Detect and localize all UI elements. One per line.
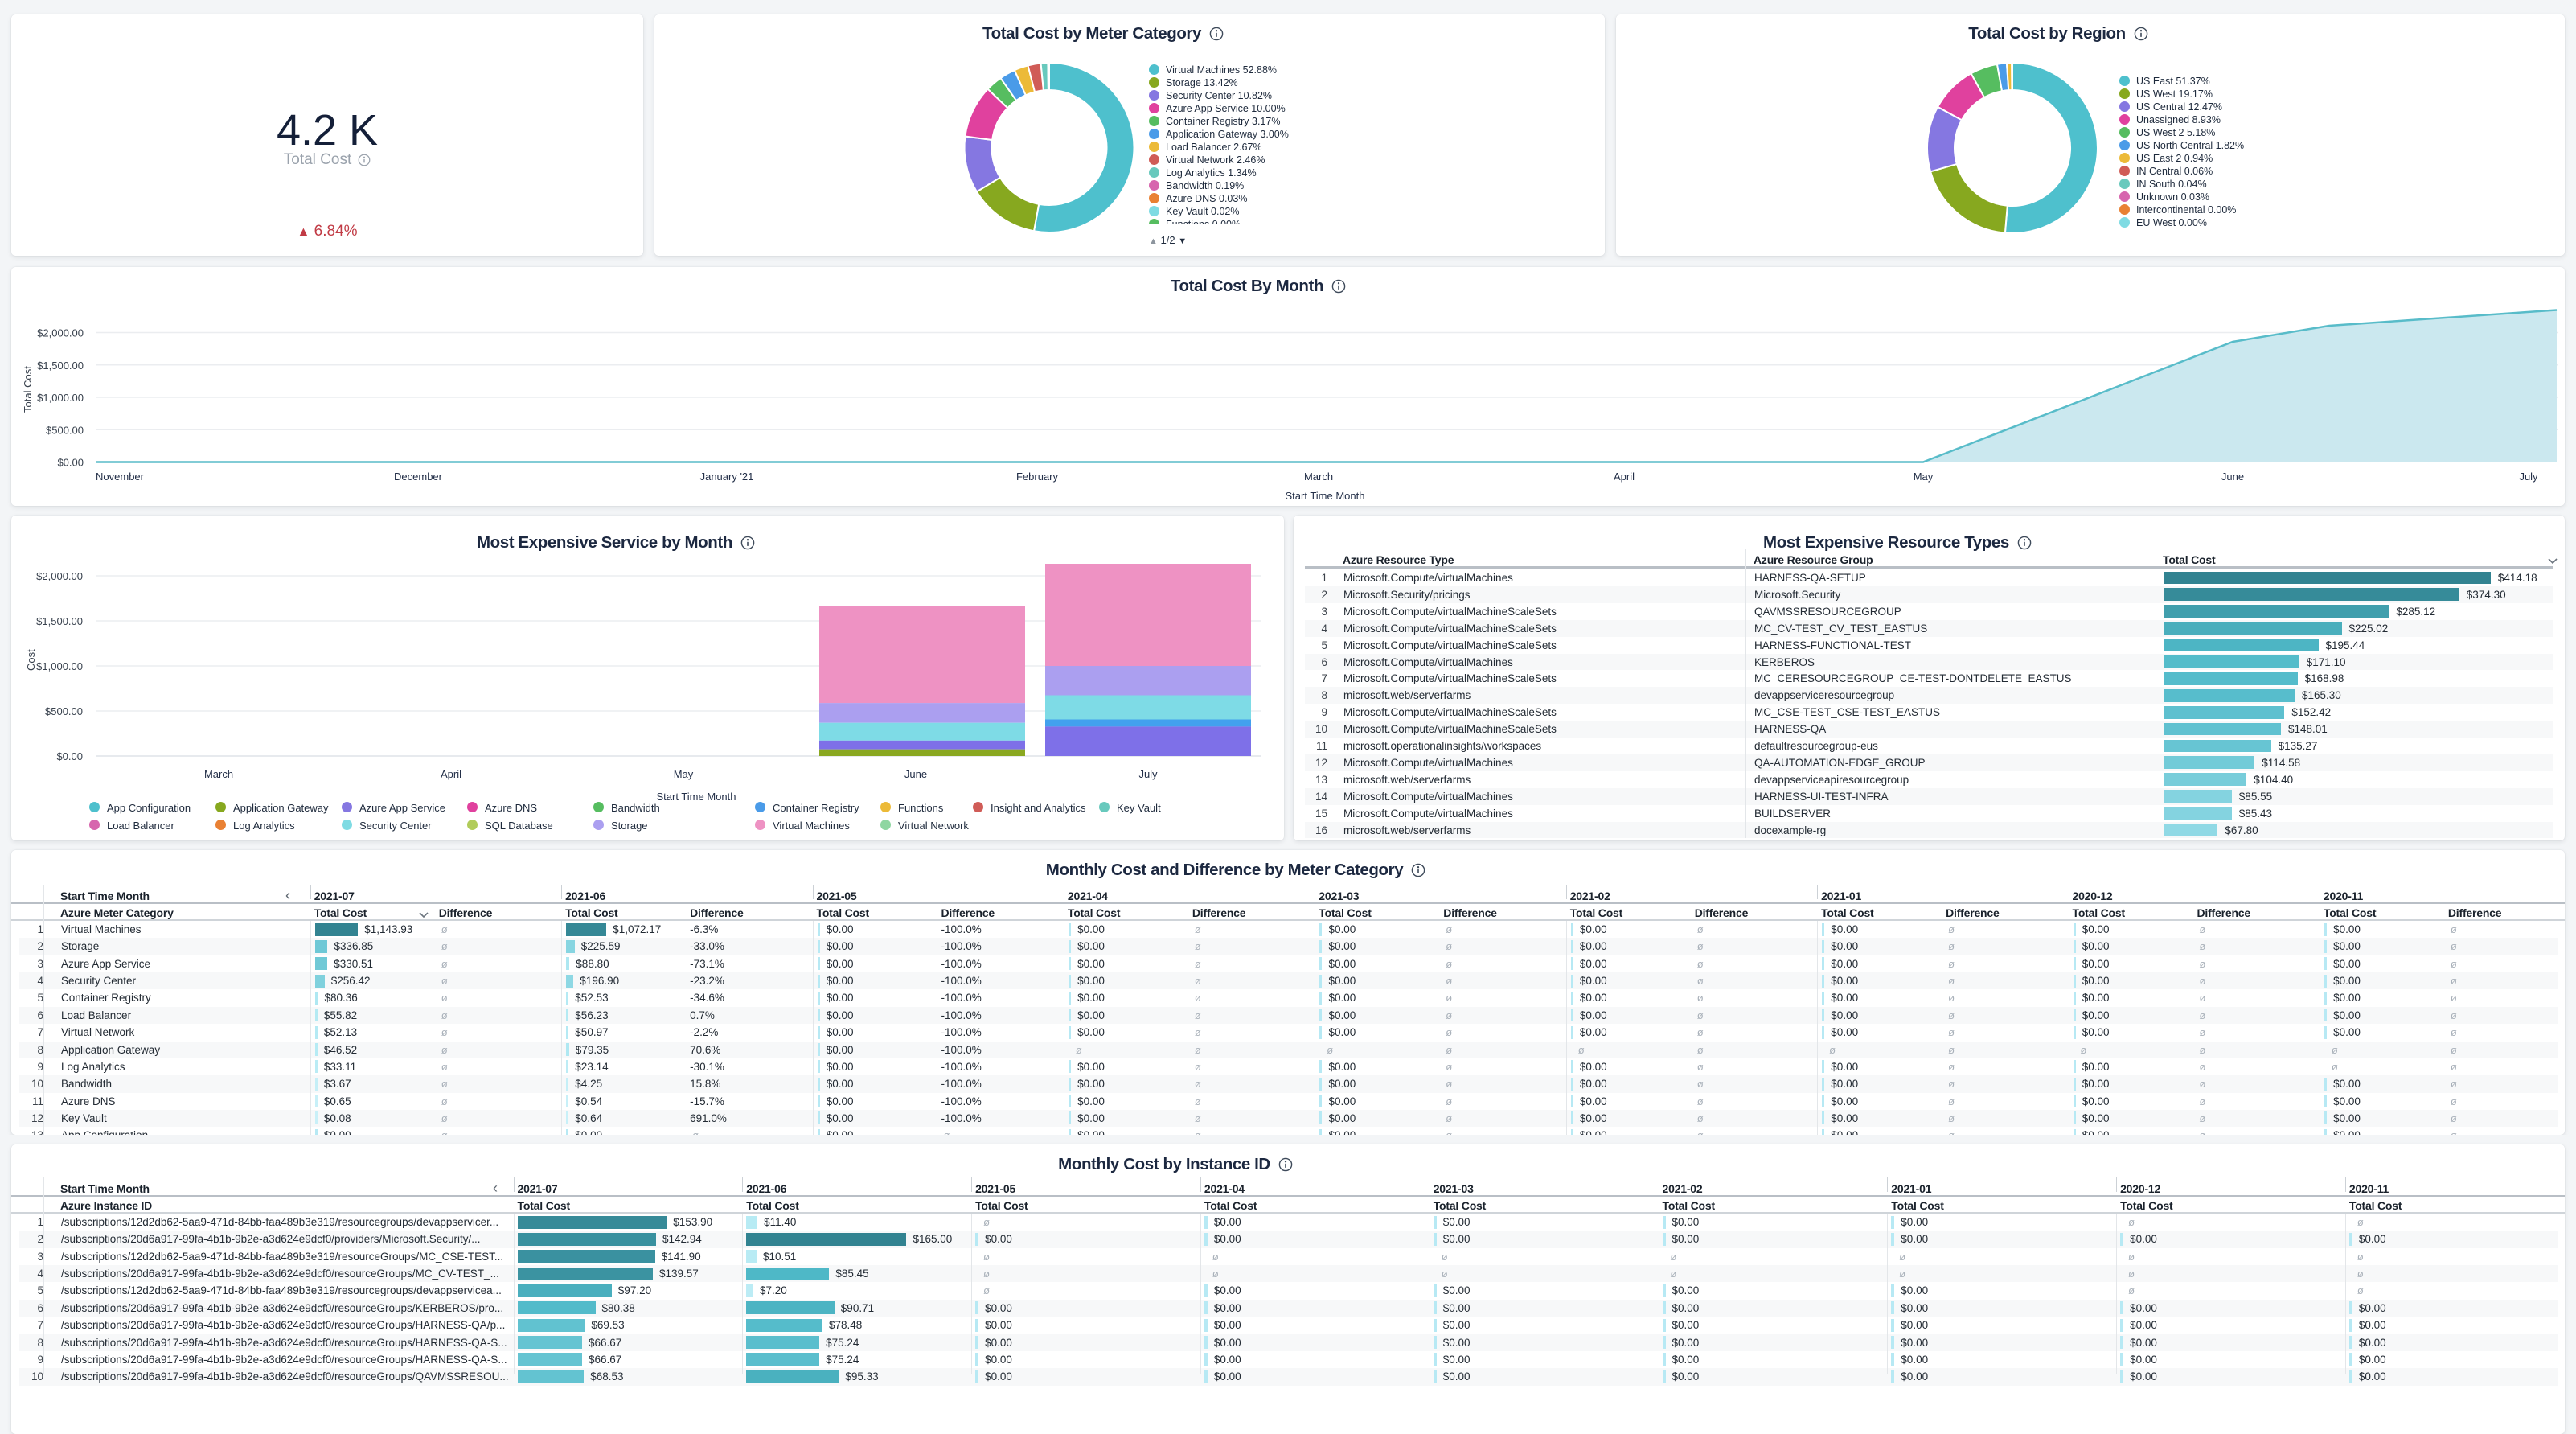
svg-text:July: July [1138,768,1158,780]
svg-text:April: April [441,768,461,780]
svg-text:December: December [394,470,443,483]
svg-text:March: March [204,768,233,780]
svg-text:$500.00: $500.00 [46,424,84,436]
svg-text:July: July [2519,470,2538,483]
svg-text:March: March [1304,470,1333,483]
svg-text:$1,500.00: $1,500.00 [36,615,83,627]
svg-text:Start Time Month: Start Time Month [1286,490,1365,502]
svg-text:June: June [2221,470,2244,483]
svg-text:$1,500.00: $1,500.00 [37,360,84,372]
svg-text:February: February [1016,470,1059,483]
svg-text:$0.00: $0.00 [57,457,84,469]
svg-text:June: June [904,768,927,780]
svg-text:$2,000.00: $2,000.00 [36,570,83,582]
svg-text:Start Time Month: Start Time Month [657,791,736,803]
svg-text:$1,000.00: $1,000.00 [36,660,83,672]
svg-text:$500.00: $500.00 [45,705,83,717]
svg-text:$1,000.00: $1,000.00 [37,392,84,404]
svg-text:May: May [1914,470,1934,483]
svg-text:November: November [96,470,145,483]
svg-text:$2,000.00: $2,000.00 [37,327,84,339]
svg-text:$0.00: $0.00 [56,750,83,762]
svg-text:May: May [674,768,694,780]
svg-text:January '21: January '21 [700,470,754,483]
svg-text:April: April [1614,470,1635,483]
